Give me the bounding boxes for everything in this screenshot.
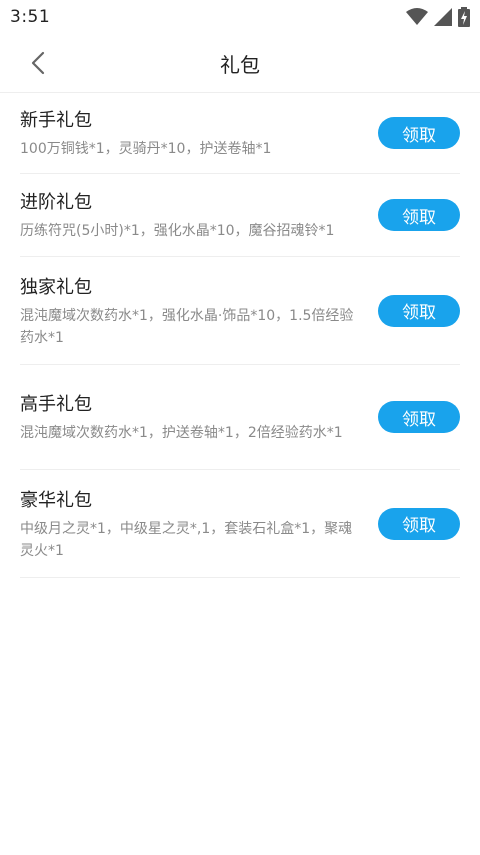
claim-button[interactable]: 领取 — [378, 294, 460, 327]
signal-icon — [434, 8, 452, 26]
package-title: 进阶礼包 — [20, 192, 92, 213]
back-arrow-icon — [31, 51, 45, 75]
package-list: 新手礼包 100万铜钱*1，灵骑丹*10，护送卷轴*1 领取 进阶礼包 历练符咒… — [0, 93, 480, 578]
package-title: 独家礼包 — [20, 276, 92, 298]
list-item: 独家礼包 混沌魔域次数药水*1，强化水晶·饰品*10，1.5倍经验药水*1 领取 — [20, 257, 460, 365]
package-title: 豪华礼包 — [20, 489, 92, 511]
package-title: 新手礼包 — [20, 110, 92, 131]
back-button[interactable] — [22, 47, 54, 79]
claim-button[interactable]: 领取 — [378, 507, 460, 540]
package-text: 进阶礼包 历练符咒(5小时)*1，强化水晶*10，魔谷招魂铃*1 — [20, 188, 378, 242]
page-title: 礼包 — [220, 52, 260, 77]
list-item: 高手礼包 混沌魔域次数药水*1，护送卷轴*1，2倍经验药水*1 领取 — [20, 365, 460, 470]
status-icons — [406, 7, 470, 27]
claim-button[interactable]: 领取 — [378, 117, 460, 149]
list-item: 新手礼包 100万铜钱*1，灵骑丹*10，护送卷轴*1 领取 — [20, 93, 460, 174]
package-text: 豪华礼包 中级月之灵*1，中级星之灵*,1，套装石礼盒*1，聚魂灵火*1 — [20, 486, 378, 562]
package-description: 100万铜钱*1，灵骑丹*10，护送卷轴*1 — [20, 141, 272, 157]
list-item: 豪华礼包 中级月之灵*1，中级星之灵*,1，套装石礼盒*1，聚魂灵火*1 领取 — [20, 470, 460, 578]
package-description: 混沌魔域次数药水*1，强化水晶·饰品*10，1.5倍经验药水*1 — [20, 307, 354, 346]
package-text: 独家礼包 混沌魔域次数药水*1，强化水晶·饰品*10，1.5倍经验药水*1 — [20, 273, 378, 349]
package-description: 中级月之灵*1，中级星之灵*,1，套装石礼盒*1，聚魂灵火*1 — [20, 520, 353, 559]
status-time: 3:51 — [10, 7, 51, 27]
status-bar: 3:51 — [0, 0, 480, 34]
package-description: 历练符咒(5小时)*1，强化水晶*10，魔谷招魂铃*1 — [20, 223, 335, 239]
package-title: 高手礼包 — [20, 394, 92, 415]
claim-button[interactable]: 领取 — [378, 199, 460, 231]
battery-charging-icon — [458, 7, 470, 27]
package-text: 高手礼包 混沌魔域次数药水*1，护送卷轴*1，2倍经验药水*1 — [20, 390, 378, 444]
list-item: 进阶礼包 历练符咒(5小时)*1，强化水晶*10，魔谷招魂铃*1 领取 — [20, 174, 460, 257]
package-text: 新手礼包 100万铜钱*1，灵骑丹*10，护送卷轴*1 — [20, 106, 378, 160]
header: 礼包 — [0, 34, 480, 93]
claim-button[interactable]: 领取 — [378, 401, 460, 433]
package-description: 混沌魔域次数药水*1，护送卷轴*1，2倍经验药水*1 — [20, 425, 343, 441]
wifi-icon — [406, 8, 428, 25]
